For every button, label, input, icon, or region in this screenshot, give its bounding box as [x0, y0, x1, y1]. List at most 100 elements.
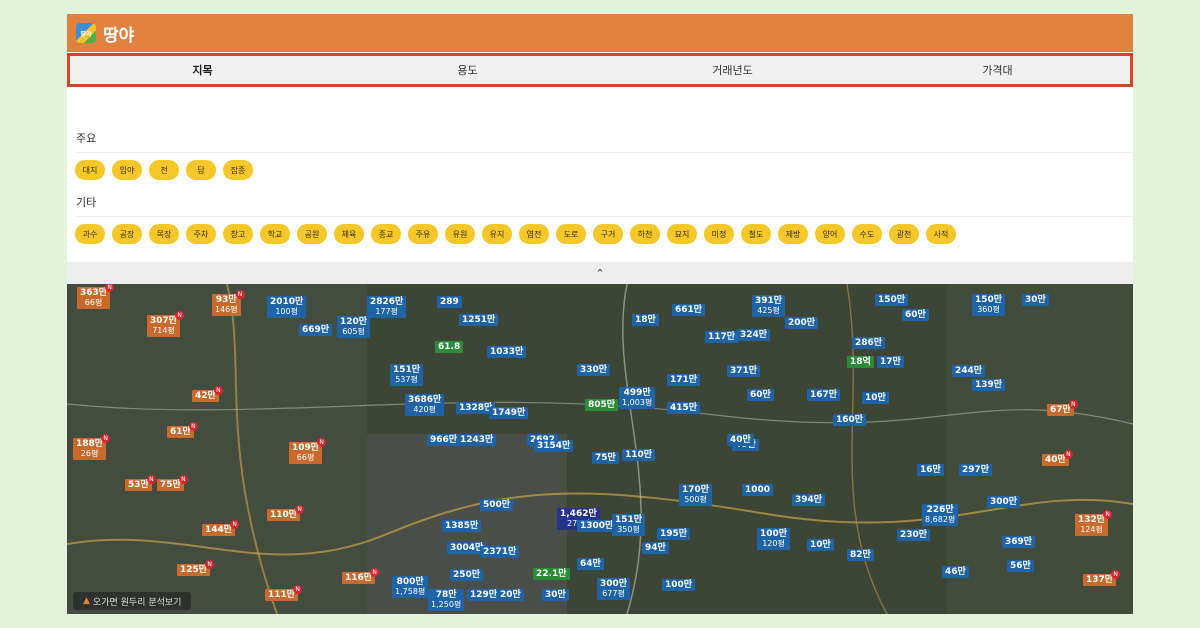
- filter-chip[interactable]: 양어: [815, 224, 845, 244]
- price-marker[interactable]: 966만: [427, 434, 461, 446]
- price-marker[interactable]: 230만: [897, 529, 931, 541]
- price-marker[interactable]: 110만: [622, 449, 656, 461]
- tab-price-range[interactable]: 가격대: [865, 56, 1130, 84]
- price-marker[interactable]: 61만 N: [167, 422, 198, 438]
- price-marker[interactable]: 144만 N: [202, 520, 240, 536]
- price-marker[interactable]: 93만 146평 N: [212, 290, 245, 316]
- filter-chip[interactable]: 전: [149, 160, 179, 180]
- price-marker[interactable]: 3154만: [534, 440, 574, 452]
- price-marker[interactable]: 499만 1,003평: [619, 387, 656, 409]
- price-marker[interactable]: 1251만: [459, 314, 499, 326]
- price-marker[interactable]: 75만: [592, 452, 619, 464]
- price-marker[interactable]: 139만: [972, 379, 1006, 391]
- price-marker[interactable]: 1033만: [487, 346, 527, 358]
- price-marker[interactable]: 17만: [877, 356, 904, 368]
- filter-chip[interactable]: 유원: [445, 224, 475, 244]
- filter-chip[interactable]: 묘지: [667, 224, 697, 244]
- filter-chip[interactable]: 도로: [556, 224, 586, 244]
- filter-chip[interactable]: 광천: [889, 224, 919, 244]
- price-marker[interactable]: 120만 605평: [337, 316, 371, 338]
- price-marker[interactable]: 244만: [952, 365, 986, 377]
- price-marker[interactable]: 64만: [577, 558, 604, 570]
- price-marker[interactable]: 805만: [585, 399, 619, 411]
- price-marker[interactable]: 132만 124평 N: [1075, 510, 1113, 536]
- price-marker[interactable]: 286만: [852, 337, 886, 349]
- price-marker[interactable]: 167만: [807, 389, 841, 401]
- price-marker[interactable]: 200만: [785, 317, 819, 329]
- price-marker[interactable]: 67만 N: [1047, 400, 1078, 416]
- price-marker[interactable]: 116만 N: [342, 568, 380, 584]
- filter-chip[interactable]: 학교: [260, 224, 290, 244]
- price-marker[interactable]: 1243만: [457, 434, 497, 446]
- tab-yongdo[interactable]: 용도: [335, 56, 600, 84]
- price-marker[interactable]: 1749만: [489, 407, 529, 419]
- logo-text[interactable]: 땅야: [103, 21, 134, 46]
- price-marker[interactable]: 46만: [942, 566, 969, 578]
- price-marker[interactable]: 129만: [467, 589, 501, 601]
- price-marker[interactable]: 324만: [737, 329, 771, 341]
- price-marker[interactable]: 56만: [1007, 560, 1034, 572]
- filter-chip[interactable]: 임야: [112, 160, 142, 180]
- price-marker[interactable]: 300만: [987, 496, 1021, 508]
- price-marker[interactable]: 30만: [542, 589, 569, 601]
- price-marker[interactable]: 42만 N: [192, 386, 223, 402]
- filter-chip[interactable]: 대지: [75, 160, 105, 180]
- filter-chip[interactable]: 답: [186, 160, 216, 180]
- logo-icon[interactable]: 땅야: [76, 23, 96, 43]
- price-marker[interactable]: 1000: [742, 484, 774, 496]
- price-marker[interactable]: 171만: [667, 374, 701, 386]
- filter-chip[interactable]: 목장: [149, 224, 179, 244]
- filter-chip[interactable]: 잡종: [223, 160, 253, 180]
- price-marker[interactable]: 363만 66평 N: [77, 284, 115, 309]
- price-marker[interactable]: 61.8: [435, 341, 464, 353]
- price-marker[interactable]: 94만: [642, 542, 669, 554]
- filter-chip[interactable]: 하천: [630, 224, 660, 244]
- price-marker[interactable]: 150만 360평: [972, 294, 1006, 316]
- filter-chip[interactable]: 종교: [371, 224, 401, 244]
- price-marker[interactable]: 3686만 420평: [405, 394, 445, 416]
- price-marker[interactable]: 20만: [497, 589, 524, 601]
- price-marker[interactable]: 109만 66평 N: [289, 438, 327, 464]
- price-marker[interactable]: 125만 N: [177, 560, 215, 576]
- price-marker[interactable]: 300만 677평: [597, 578, 631, 600]
- price-marker[interactable]: 500만: [480, 499, 514, 511]
- price-marker[interactable]: 100만: [662, 579, 696, 591]
- price-marker[interactable]: 30만: [1022, 294, 1049, 306]
- filter-chip[interactable]: 공장: [112, 224, 142, 244]
- price-marker[interactable]: 1300만: [577, 520, 617, 532]
- price-marker[interactable]: 16만: [917, 464, 944, 476]
- tab-trade-year[interactable]: 거래년도: [600, 56, 865, 84]
- price-marker[interactable]: 330만: [577, 364, 611, 376]
- price-marker[interactable]: 661만: [672, 304, 706, 316]
- filter-chip[interactable]: 공원: [297, 224, 327, 244]
- collapse-panel-button[interactable]: ⌃: [67, 262, 1133, 284]
- tab-jimok[interactable]: 지목: [70, 56, 335, 84]
- price-marker[interactable]: 800만 1,758평: [392, 576, 429, 598]
- price-marker[interactable]: 289: [437, 296, 462, 308]
- price-marker[interactable]: 669만: [299, 324, 333, 336]
- price-marker[interactable]: 2826만 177평: [367, 296, 407, 318]
- price-marker[interactable]: 18억: [847, 356, 874, 368]
- price-marker[interactable]: 195만: [657, 528, 691, 540]
- price-marker[interactable]: 369만: [1002, 536, 1036, 548]
- price-marker[interactable]: 160만: [833, 414, 867, 426]
- filter-chip[interactable]: 주유: [408, 224, 438, 244]
- filter-chip[interactable]: 제방: [778, 224, 808, 244]
- price-marker[interactable]: 2010만 100평: [267, 296, 307, 318]
- filter-chip[interactable]: 철도: [741, 224, 771, 244]
- price-marker[interactable]: 394만: [792, 494, 826, 506]
- filter-chip[interactable]: 체육: [334, 224, 364, 244]
- price-marker[interactable]: 226만 8,682평: [922, 504, 959, 526]
- price-marker[interactable]: 2371만: [480, 546, 520, 558]
- price-marker[interactable]: 250만: [450, 569, 484, 581]
- filter-chip[interactable]: 미정: [704, 224, 734, 244]
- price-marker[interactable]: 391만 425평: [752, 295, 786, 317]
- price-marker[interactable]: 371만: [727, 365, 761, 377]
- area-analysis-button[interactable]: ▲ 오가면 원두리 분석보기: [73, 592, 192, 610]
- price-marker[interactable]: 40만: [727, 434, 754, 446]
- price-marker[interactable]: 110만 N: [267, 505, 305, 521]
- price-marker[interactable]: 151만 537평: [390, 364, 424, 386]
- price-marker[interactable]: 10만: [862, 392, 889, 404]
- price-marker[interactable]: 60만: [747, 389, 774, 401]
- price-marker[interactable]: 40만 N: [1042, 450, 1073, 466]
